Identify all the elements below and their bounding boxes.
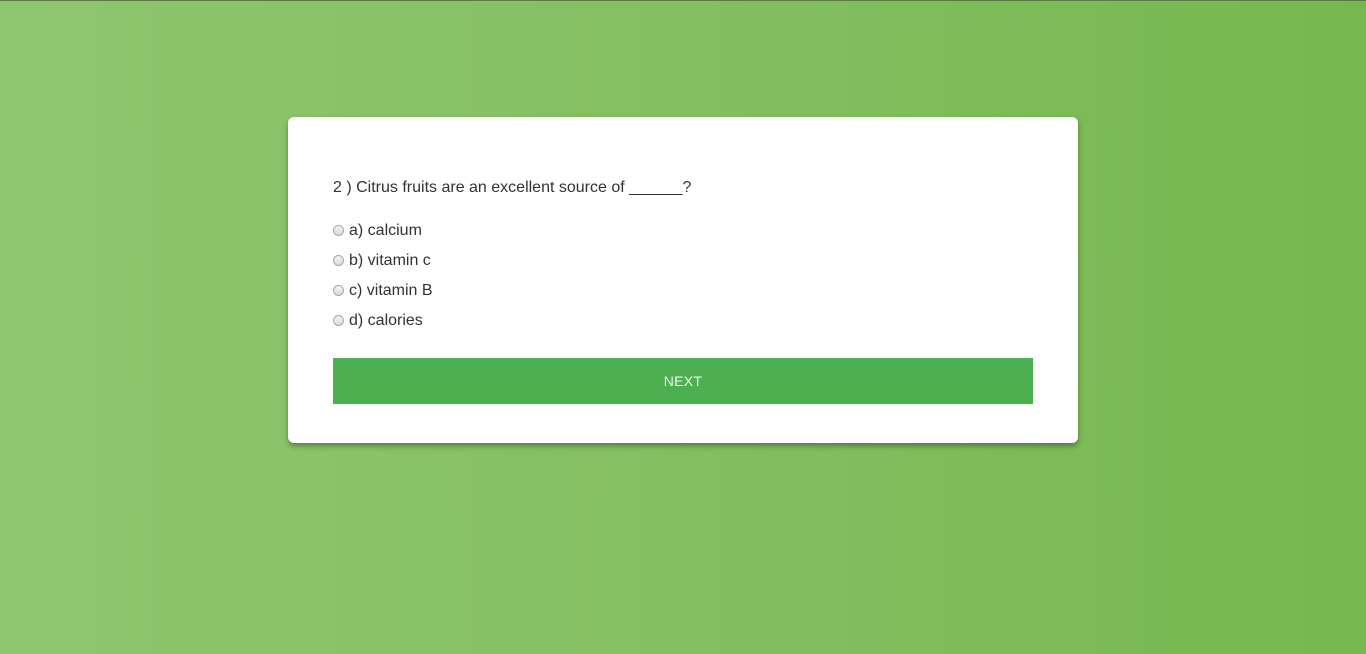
radio-button[interactable] — [333, 225, 344, 236]
option-label[interactable]: d) calories — [349, 311, 423, 331]
option-label[interactable]: c) vitamin B — [349, 281, 433, 301]
option-label[interactable]: b) vitamin c — [349, 251, 431, 271]
radio-button[interactable] — [333, 255, 344, 266]
radio-button[interactable] — [333, 315, 344, 326]
option-c[interactable]: c) vitamin B — [333, 276, 1033, 306]
answer-options: a) calcium b) vitamin c c) vitamin B d) … — [333, 216, 1033, 336]
radio-button[interactable] — [333, 285, 344, 296]
option-a[interactable]: a) calcium — [333, 216, 1033, 246]
quiz-card: 2 ) Citrus fruits are an excellent sourc… — [288, 117, 1078, 443]
option-d[interactable]: d) calories — [333, 306, 1033, 336]
next-button[interactable]: NEXT — [333, 358, 1033, 404]
option-label[interactable]: a) calcium — [349, 221, 422, 241]
option-b[interactable]: b) vitamin c — [333, 246, 1033, 276]
question-text: 2 ) Citrus fruits are an excellent sourc… — [333, 179, 692, 196]
